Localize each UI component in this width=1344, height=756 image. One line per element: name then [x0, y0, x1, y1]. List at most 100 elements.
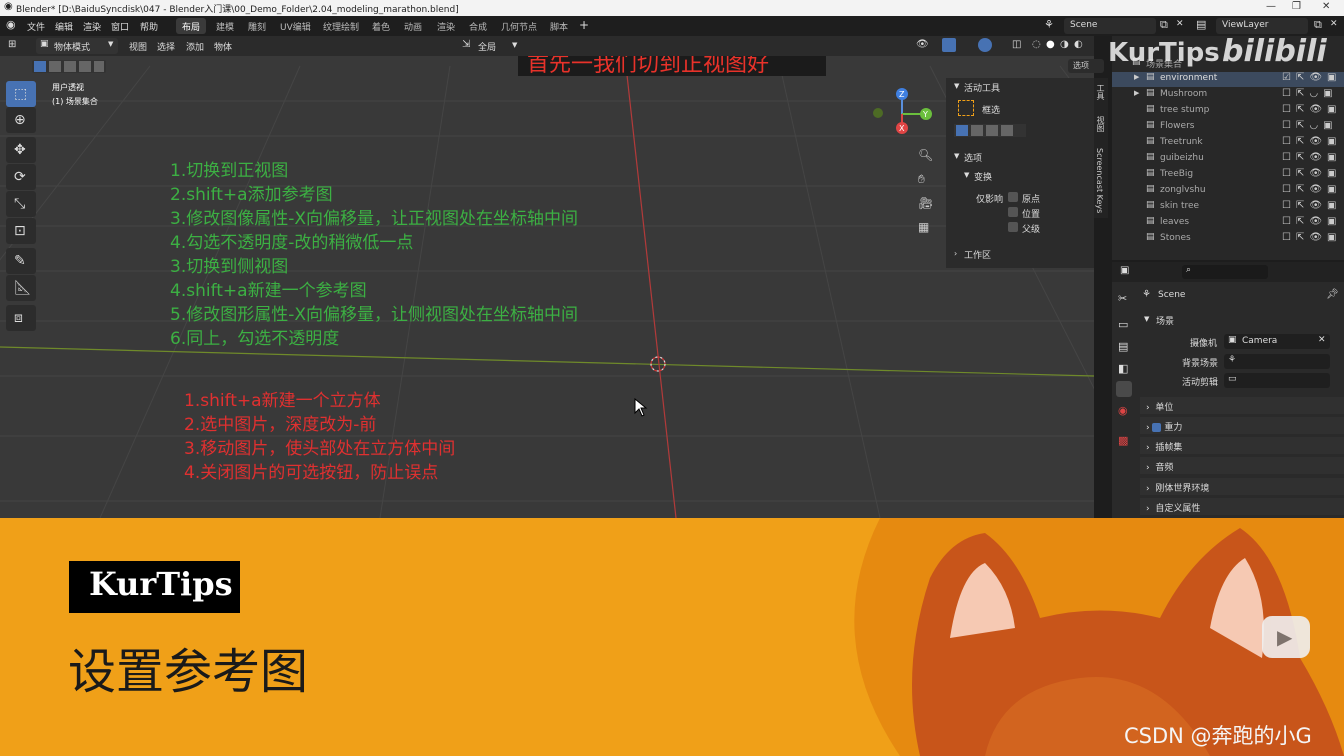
menu-select[interactable]: 选择: [157, 40, 175, 53]
outliner-row[interactable]: ▤ tree stump ☐⇱👁︎▣: [1112, 104, 1344, 119]
location-checkbox[interactable]: [1008, 207, 1018, 217]
restore-icon[interactable]: ❐: [1292, 1, 1301, 12]
select-intersect-icon[interactable]: [94, 61, 104, 72]
outliner-row[interactable]: ▤ Treetrunk ☐⇱👁︎▣: [1112, 136, 1344, 151]
outliner-row[interactable]: ▤ leaves ☐⇱👁︎▣: [1112, 216, 1344, 231]
options-dropdown[interactable]: 选项: [1068, 59, 1104, 73]
row-toggle-icons[interactable]: ☐⇱👁︎▣: [1282, 168, 1342, 179]
section-rigid-body-world[interactable]: › 刚体世界环境: [1140, 478, 1344, 495]
tool-annotate[interactable]: ✎: [6, 248, 36, 274]
minimize-icon[interactable]: —: [1266, 1, 1276, 12]
menu-render[interactable]: 渲染: [83, 20, 101, 33]
row-toggle-icons[interactable]: ☐⇱👁︎▣: [1282, 136, 1342, 147]
gravity-checkbox[interactable]: [1152, 423, 1162, 432]
properties-search[interactable]: ⌕: [1182, 265, 1268, 279]
properties-editor-icon[interactable]: ▣: [1120, 265, 1129, 276]
zoom-icon[interactable]: 🔍︎: [918, 148, 933, 162]
select-subtract-icon[interactable]: [64, 61, 76, 72]
chevron-right-icon[interactable]: ›: [954, 249, 957, 258]
outliner-row[interactable]: ▤ TreeBig ☐⇱👁︎▣: [1112, 168, 1344, 183]
delete-viewlayer-icon[interactable]: ✕: [1330, 19, 1338, 29]
menu-file[interactable]: 文件: [27, 20, 45, 33]
menu-help[interactable]: 帮助: [140, 20, 158, 33]
pan-hand-icon[interactable]: ✋︎: [918, 172, 925, 187]
close-icon[interactable]: ✕: [1322, 1, 1330, 12]
tab-texture-paint[interactable]: 纹理绘制: [317, 18, 365, 34]
active-tool-header[interactable]: 活动工具: [964, 81, 1000, 94]
tool-tab-icon[interactable]: ✂: [1118, 292, 1127, 305]
viewlayer-tab-icon[interactable]: ◧: [1118, 362, 1128, 375]
chevron-right-icon[interactable]: ▶: [1134, 73, 1139, 81]
tab-modeling[interactable]: 建模: [210, 18, 240, 34]
camera-view-icon[interactable]: 🎥︎: [918, 196, 933, 210]
blender-menu-icon[interactable]: ◉: [6, 18, 16, 31]
overlay-toggle-icon[interactable]: [978, 38, 992, 52]
menu-edit[interactable]: 编辑: [55, 20, 73, 33]
solid-shading-icon[interactable]: ●: [1046, 39, 1055, 50]
chevron-right-icon[interactable]: ▶: [1134, 89, 1139, 97]
row-toggle-icons[interactable]: ☐⇱👁︎▣: [1282, 184, 1342, 195]
tool-scale[interactable]: ⤡: [6, 191, 36, 217]
select-extend-icon[interactable]: [971, 125, 983, 136]
menu-window[interactable]: 窗口: [111, 20, 129, 33]
tab-sculpting[interactable]: 雕刻: [242, 18, 272, 34]
tab-animation[interactable]: 动画: [398, 18, 428, 34]
chevron-down-icon[interactable]: ▼: [964, 171, 969, 179]
npanel-select-modes[interactable]: [954, 124, 1026, 137]
world-tab-icon[interactable]: ◉: [1118, 404, 1128, 417]
row-toggle-icons[interactable]: ☐⇱◡▣: [1282, 120, 1338, 131]
outliner-row[interactable]: ▶ ▤ Mushroom ☐⇱◡▣: [1112, 88, 1344, 103]
menu-view[interactable]: 视图: [129, 40, 147, 53]
select-invert-icon[interactable]: [1001, 125, 1013, 136]
outliner-row[interactable]: ▤ Stones ☐⇱👁︎▣: [1112, 232, 1344, 247]
select-extend-icon[interactable]: [49, 61, 61, 72]
new-viewlayer-icon[interactable]: ⧉: [1314, 18, 1322, 32]
tool-select-box[interactable]: ⬚: [6, 81, 36, 107]
workspace-header[interactable]: 工作区: [964, 248, 991, 261]
row-toggle-icons[interactable]: ☐⇱👁︎▣: [1282, 104, 1342, 115]
tab-layout[interactable]: 布局: [176, 18, 207, 34]
section-keying-sets[interactable]: › 插帧集: [1140, 437, 1344, 454]
visibility-icon[interactable]: 👁︎: [916, 39, 929, 50]
gizmo-toggle-icon[interactable]: [942, 38, 956, 52]
origin-checkbox[interactable]: [1008, 192, 1018, 202]
background-scene-field[interactable]: ⚘: [1224, 354, 1330, 369]
row-toggle-icons[interactable]: ☐⇱◡▣: [1282, 88, 1338, 99]
outliner-row[interactable]: ▤ guibeizhu ☐⇱👁︎▣: [1112, 152, 1344, 167]
delete-scene-icon[interactable]: ✕: [1176, 19, 1184, 29]
options-header[interactable]: 选项: [964, 151, 982, 164]
scene-section-header[interactable]: 场景: [1156, 314, 1174, 327]
select-invert-icon[interactable]: [79, 61, 91, 72]
navigation-gizmo[interactable]: Z Y X: [868, 86, 938, 146]
mode-selector[interactable]: ▣ 物体模式 ▼: [36, 38, 118, 54]
tab-view[interactable]: 视图: [1095, 116, 1106, 132]
row-toggle-icons[interactable]: ☑⇱👁︎▣: [1282, 72, 1342, 83]
orientation-selector[interactable]: 全局: [478, 40, 496, 53]
tab-scripting[interactable]: 脚本: [544, 18, 574, 34]
menu-add[interactable]: 添加: [186, 40, 204, 53]
tool-rotate[interactable]: ⟳: [6, 164, 36, 190]
outliner-row[interactable]: ▤ skin tree ☐⇱👁︎▣: [1112, 200, 1344, 215]
select-subtract-icon[interactable]: [986, 125, 998, 136]
tab-compositing[interactable]: 合成: [463, 18, 493, 34]
xray-icon[interactable]: ◫: [1012, 39, 1021, 50]
tab-tool[interactable]: 工具: [1095, 84, 1106, 100]
tool-add-cube[interactable]: ⧈: [6, 305, 36, 331]
viewlayer-selector[interactable]: ViewLayer: [1216, 18, 1308, 34]
tool-measure[interactable]: 📐︎: [6, 275, 36, 301]
outliner-row[interactable]: ▤ Flowers ☐⇱◡▣: [1112, 120, 1344, 135]
active-clip-field[interactable]: ▭: [1224, 373, 1330, 388]
rendered-shading-icon[interactable]: ◐: [1074, 39, 1083, 50]
chevron-down-icon[interactable]: ▼: [954, 82, 959, 90]
clear-icon[interactable]: ✕: [1318, 335, 1326, 345]
select-new-icon[interactable]: [34, 61, 46, 72]
outliner-row[interactable]: ▶ ▤ environment ☑⇱👁︎▣: [1112, 72, 1344, 87]
3d-viewport[interactable]: Z Y X 🔍︎ ✋︎ 🎥︎ ▦ 用户透视 (1) 场景集合 首先一我们切到正视…: [0, 36, 1094, 518]
parent-checkbox[interactable]: [1008, 222, 1018, 232]
add-workspace-icon[interactable]: +: [579, 18, 589, 32]
output-tab-icon[interactable]: ▤: [1118, 340, 1128, 353]
tab-screencast-keys[interactable]: Screencast Keys: [1095, 148, 1104, 213]
perspective-grid-icon[interactable]: ▦: [918, 220, 929, 234]
select-mode-buttons[interactable]: [32, 60, 106, 73]
chevron-down-icon[interactable]: ▼: [512, 41, 517, 49]
